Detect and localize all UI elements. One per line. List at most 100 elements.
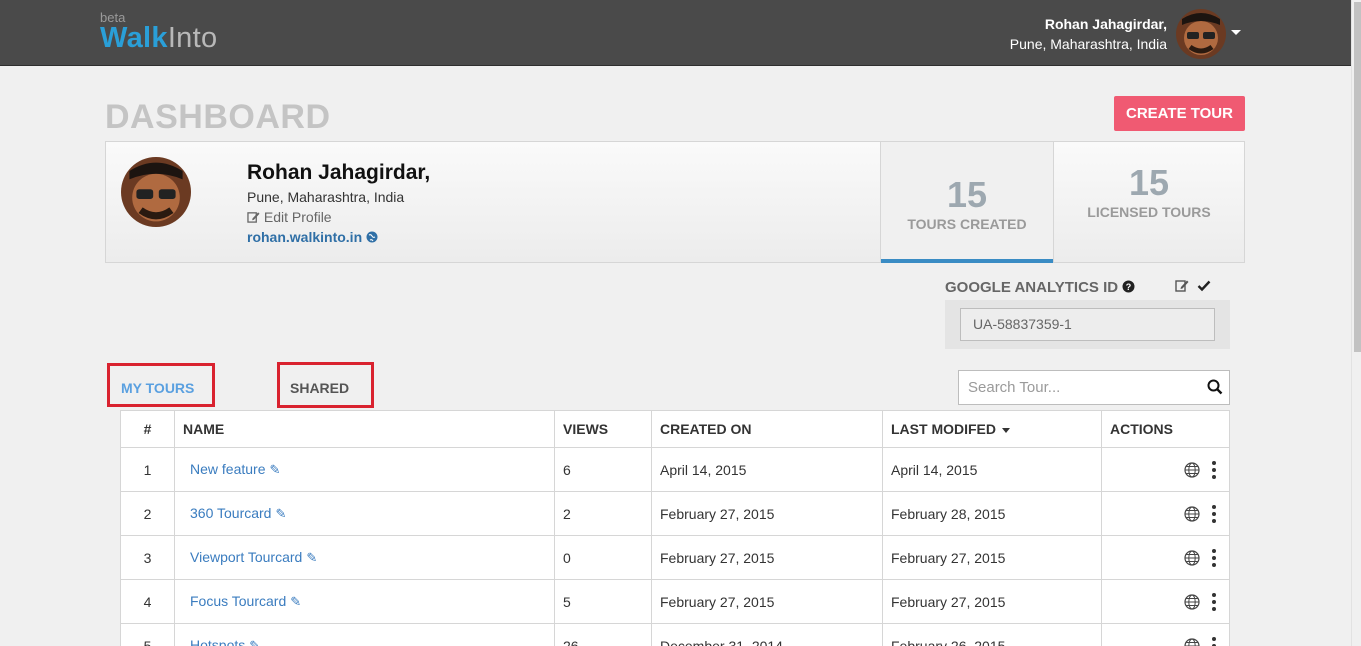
tours-created-count: 15 (946, 174, 988, 215)
table-header-row: # NAME VIEWS CREATED ON LAST MODIFED ACT… (120, 410, 1230, 448)
brand-into: Into (167, 22, 218, 54)
profile-avatar (121, 157, 191, 227)
user-location: Pune, Maharashtra, India (1009, 36, 1167, 52)
search-icon[interactable] (1207, 379, 1223, 395)
tour-name-cell: Hotspots ✎ (174, 623, 555, 646)
tour-name-link[interactable]: Viewport Tourcard (183, 549, 302, 565)
actions-cell (1101, 491, 1230, 536)
modified-cell: February 27, 2015 (882, 579, 1102, 624)
edit-icon (247, 212, 260, 223)
col-header-modified-label: LAST MODIFED (891, 421, 996, 437)
pencil-icon[interactable]: ✎ (249, 638, 260, 646)
modified-cell: February 27, 2015 (882, 535, 1102, 580)
views-cell: 6 (554, 447, 652, 492)
sort-desc-icon (1002, 427, 1010, 433)
top-navbar: beta WalkInto Rohan Jahagirdar, Pune, Ma… (0, 0, 1351, 66)
help-icon[interactable]: ? (1122, 280, 1135, 293)
globe-icon[interactable] (1184, 549, 1200, 569)
pencil-icon[interactable]: ✎ (275, 506, 286, 521)
pencil-icon[interactable]: ✎ (306, 550, 317, 565)
analytics-actions (1175, 279, 1211, 295)
modified-cell: February 26, 2015 (882, 623, 1102, 646)
website-label: rohan.walkinto.in (247, 229, 363, 245)
row-number: 3 (120, 535, 175, 580)
row-number: 1 (120, 447, 175, 492)
avatar[interactable] (1176, 9, 1226, 59)
tour-name-cell: New feature ✎ (174, 447, 555, 492)
table-row: 3 Viewport Tourcard ✎ 0 February 27, 2015 Feb… (120, 535, 1230, 580)
created-cell: February 27, 2015 (651, 535, 883, 580)
chevron-down-icon[interactable] (1231, 30, 1241, 35)
page-scrollbar[interactable] (1351, 0, 1361, 646)
svg-text:?: ? (1126, 282, 1132, 292)
licensed-tours-count: 15 (1128, 162, 1170, 203)
created-cell: December 31, 2014 (651, 623, 883, 646)
active-indicator (881, 259, 1053, 263)
created-cell: February 27, 2015 (651, 579, 883, 624)
more-options-icon[interactable] (1212, 504, 1216, 523)
globe-icon (366, 231, 378, 243)
tour-name-cell: 360 Tourcard ✎ (174, 491, 555, 536)
profile-location: Pune, Maharashtra, India (247, 189, 405, 205)
tour-name-link[interactable]: 360 Tourcard (183, 505, 271, 521)
more-options-icon[interactable] (1212, 460, 1216, 479)
pencil-icon[interactable]: ✎ (269, 462, 280, 477)
create-tour-button[interactable]: CREATE TOUR (1114, 96, 1245, 131)
licensed-tours-stat[interactable]: 15 LICENSED TOURS (1054, 142, 1244, 262)
col-header-actions: ACTIONS (1101, 410, 1230, 448)
created-cell: February 27, 2015 (651, 491, 883, 536)
search-box (958, 370, 1230, 405)
table-row: 1 New feature ✎ 6 April 14, 2015 April 14, 20… (120, 447, 1230, 492)
globe-icon[interactable] (1184, 593, 1200, 613)
more-options-icon[interactable] (1212, 636, 1216, 646)
tour-name-cell: Focus Tourcard ✎ (174, 579, 555, 624)
tour-name-link[interactable]: Focus Tourcard (183, 593, 286, 609)
tours-created-stat[interactable]: 15 TOURS CREATED (880, 142, 1054, 263)
table-row: 5 Hotspots ✎ 26 December 31, 2014 February 26… (120, 623, 1230, 646)
pencil-icon[interactable]: ✎ (290, 594, 301, 609)
tours-created-label: TOURS CREATED (907, 216, 1027, 232)
tours-table: # NAME VIEWS CREATED ON LAST MODIFED ACT… (120, 410, 1230, 646)
views-cell: 5 (554, 579, 652, 624)
edit-icon[interactable] (1175, 279, 1190, 292)
user-name: Rohan Jahagirdar, (1044, 16, 1167, 32)
more-options-icon[interactable] (1212, 548, 1216, 567)
actions-cell (1101, 623, 1230, 646)
search-input[interactable] (959, 371, 1189, 404)
scrollbar-thumb[interactable] (1354, 2, 1361, 352)
more-options-icon[interactable] (1212, 592, 1216, 611)
col-header-created[interactable]: CREATED ON (651, 410, 883, 448)
col-header-views[interactable]: VIEWS (554, 410, 652, 448)
col-header-name[interactable]: NAME (174, 410, 555, 448)
brand-walk: Walk (100, 22, 168, 54)
globe-icon[interactable] (1184, 505, 1200, 525)
profile-website-link[interactable]: rohan.walkinto.in (247, 229, 378, 245)
check-icon[interactable] (1197, 279, 1211, 292)
row-number: 2 (120, 491, 175, 536)
tour-name-link[interactable]: Hotspots (183, 637, 245, 646)
views-cell: 26 (554, 623, 652, 646)
globe-icon[interactable] (1184, 461, 1200, 481)
table-row: 4 Focus Tourcard ✎ 5 February 27, 2015 Februa… (120, 579, 1230, 624)
user-info[interactable]: Rohan Jahagirdar, Pune, Maharashtra, Ind… (1010, 14, 1167, 54)
actions-cell (1101, 535, 1230, 580)
edit-profile-label: Edit Profile (263, 209, 332, 225)
edit-profile-link[interactable]: Edit Profile (247, 209, 332, 225)
licensed-tours-label: LICENSED TOURS (1087, 204, 1211, 220)
row-number: 4 (120, 579, 175, 624)
modified-cell: April 14, 2015 (882, 447, 1102, 492)
tab-my-tours[interactable]: MY TOURS (107, 363, 215, 407)
actions-cell (1101, 579, 1230, 624)
tour-name-cell: Viewport Tourcard ✎ (174, 535, 555, 580)
profile-name: Rohan Jahagirdar, (247, 161, 431, 184)
col-header-modified[interactable]: LAST MODIFED (882, 410, 1102, 448)
analytics-panel: UA-58837359-1 (945, 300, 1230, 349)
tab-shared[interactable]: SHARED (277, 362, 374, 408)
views-cell: 0 (554, 535, 652, 580)
tour-name-link[interactable]: New feature (183, 461, 265, 477)
globe-icon[interactable] (1184, 637, 1200, 646)
modified-cell: February 28, 2015 (882, 491, 1102, 536)
col-header-num: # (120, 410, 175, 448)
analytics-id-field[interactable]: UA-58837359-1 (960, 308, 1215, 341)
analytics-label-text: GOOGLE ANALYTICS ID (945, 279, 1119, 296)
